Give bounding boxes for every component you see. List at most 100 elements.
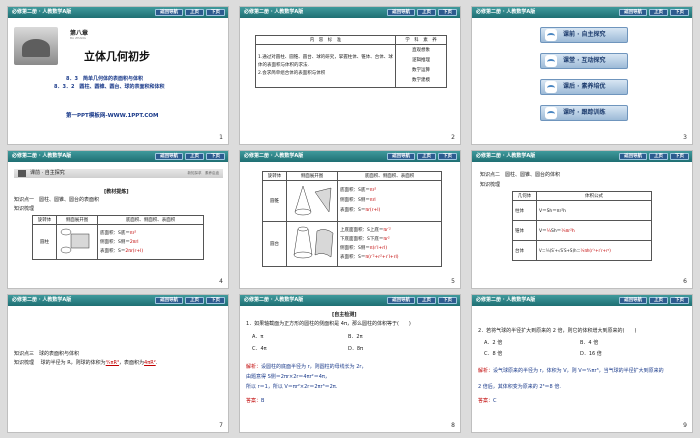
- back-nav-button[interactable]: 返回导航: [155, 153, 183, 160]
- next-page-button[interactable]: 下页: [206, 9, 225, 16]
- formula-row: 上底面面积：S上底＝πr′²: [340, 226, 439, 235]
- slide-header: 必修第二册 · 人教数学A版 返回导航 上页 下页: [8, 151, 228, 162]
- menu-in-class-button[interactable]: 课堂 · 互动探究: [540, 53, 628, 69]
- prev-page-button[interactable]: 上页: [649, 297, 668, 304]
- formula-label: 表面积：S＝: [100, 248, 126, 254]
- sphere-text: ，表面积为: [119, 360, 145, 366]
- back-nav-button[interactable]: 返回导航: [387, 153, 415, 160]
- slide-3-thumbnail[interactable]: 必修第二册 · 人教数学A版 返回导航 上页 下页 课前 · 自主探究 课堂 · 互…: [471, 6, 693, 145]
- slide-6-thumbnail[interactable]: 必修第二册 · 人教数学A版 返回导航 上页 下页 知识点二 圆柱、圆锥、圆台的体积…: [471, 150, 693, 289]
- option-a: A．π: [252, 334, 264, 340]
- solution-text: 由题意得 S侧＝2πr×2r＝4πr²＝4π，: [246, 374, 330, 380]
- formula-row: 底面积：S底＝πr²: [340, 186, 439, 196]
- next-page-button[interactable]: 下页: [206, 153, 225, 160]
- slide-4-thumbnail[interactable]: 必修第二册 · 人教数学A版 返回导航 上页 下页 课前 · 自主探究 新知探求 素养…: [7, 150, 229, 289]
- standards-cell: 1.通过对圆柱、圆锥、圆台、球的研究，掌握柱体、锥体、台体、球体的表面积与体积的…: [255, 44, 396, 88]
- prev-page-button[interactable]: 上页: [185, 153, 204, 160]
- prev-page-button[interactable]: 上页: [185, 9, 204, 16]
- slide-7-thumbnail[interactable]: 必修第二册 · 人教数学A版 返回导航 上页 下页 知识点三 球的表面积与体积 知识…: [7, 294, 229, 433]
- next-page-button[interactable]: 下页: [206, 297, 225, 304]
- back-nav-button[interactable]: 返回导航: [387, 297, 415, 304]
- formula-row: 侧面积：S侧＝πrl: [340, 196, 439, 206]
- formula-part: Sh＝: [550, 228, 562, 234]
- menu-after-class-button[interactable]: 课后 · 素养培优: [540, 79, 628, 95]
- prev-page-button[interactable]: 上页: [417, 9, 436, 16]
- next-page-button[interactable]: 下页: [670, 9, 689, 16]
- slide-header: 必修第二册 · 人教数学A版 返回导航 上页 下页: [8, 7, 228, 18]
- formula-row: 侧面积：S侧＝π(r′l+rl): [340, 244, 439, 253]
- slide-1-thumbnail[interactable]: 必修第二册 · 人教数学A版 返回导航 上页 下页 第八章 BA ZHANG 立体几…: [7, 6, 229, 145]
- row-label: 圆锥: [262, 180, 287, 222]
- slide-header: 必修第二册 · 人教数学A版 返回导航 上页 下页: [8, 295, 228, 306]
- back-nav-button[interactable]: 返回导航: [387, 9, 415, 16]
- volume-formula: V＝⅓Sh＝⅓πr²h: [536, 220, 652, 241]
- sphere-text: 球的半径为 R，则球的体积为: [40, 360, 106, 366]
- menu-practice-button[interactable]: 课时 · 跟踪训练: [540, 105, 628, 121]
- solution-text: 设圆柱的底面半径为 r，则圆柱的母线长为 2r，: [261, 364, 367, 370]
- row-label: 柱体: [512, 200, 537, 221]
- row-label: 圆台: [262, 221, 287, 267]
- next-page-button[interactable]: 下页: [670, 297, 689, 304]
- footer-text: 第一PPT模板网-WWW.1PPT.COM: [66, 113, 159, 119]
- next-page-button[interactable]: 下页: [438, 297, 457, 304]
- sqrt-term: √S′S: [558, 247, 567, 253]
- formula-row: 表面积：S＝π(r′²+r²+r′l+rl): [340, 253, 439, 262]
- section-bar-subtitle: 新知探求 素养启迪: [187, 171, 220, 175]
- volume-formula: V＝⅓(S′+√S′S+S)h＝⅓πh(r′²+r′r+r²): [536, 240, 652, 261]
- prev-page-button[interactable]: 上页: [417, 153, 436, 160]
- cylinder-table: 旋转体 侧面展开图 底面积、侧面积、表面积 圆柱 底面积：S底＝πr² 侧面积：S侧…: [32, 215, 204, 260]
- slide-8-thumbnail[interactable]: 必修第二册 · 人教数学A版 返回导航 上页 下页 [自主检测] 1．如果轴截面为正…: [239, 294, 461, 433]
- cylinder-unfold-icon: [60, 228, 90, 254]
- sphere-volume-answer: ⁴⁄₃πR³: [105, 360, 120, 366]
- prev-page-button[interactable]: 上页: [649, 153, 668, 160]
- slide-number: 4: [219, 278, 223, 285]
- back-nav-button[interactable]: 返回导航: [155, 9, 183, 16]
- prev-page-button[interactable]: 上页: [185, 297, 204, 304]
- col-header: 体积公式: [536, 191, 652, 201]
- slide-number: 3: [683, 134, 687, 141]
- formula-answer: π(r′l+rl): [369, 246, 388, 251]
- back-nav-button[interactable]: 返回导航: [155, 297, 183, 304]
- skill-item: 数学运算: [412, 68, 430, 73]
- standard-item: 1.通过对圆柱、圆锥、圆台、球的研究，掌握柱体、锥体、台体、球体的表面积与体积的…: [258, 55, 393, 68]
- sphere-area-answer: 4πR²: [144, 360, 156, 366]
- formula-answer: πr²: [383, 237, 390, 242]
- swirl-icon: [545, 107, 557, 119]
- unfold-figure: [286, 180, 338, 222]
- unfold-figure: [56, 224, 98, 260]
- formula-part: +S)h＝: [566, 247, 581, 253]
- question-text: 2．若将气球的半径扩大到原来的 2 倍，则它的体积增大到原来的( ): [478, 328, 637, 334]
- slide-2-thumbnail[interactable]: 必修第二册 · 人教数学A版 返回导航 上页 下页 内 容 标 准学 科 素 养 1…: [239, 6, 461, 145]
- solution-label: 解析：: [246, 364, 262, 370]
- section-line-1: 8．3 简单几何体的表面积与体积: [66, 76, 143, 82]
- skills-cell: 直观想象 逻辑推理 数学运算 数学建模: [395, 44, 447, 88]
- next-page-button[interactable]: 下页: [438, 153, 457, 160]
- standard-item: 2.会求简单组合体的表面积与体积: [258, 71, 326, 76]
- swirl-icon: [545, 81, 557, 93]
- slide-number: 6: [683, 278, 687, 285]
- menu-pre-class-button[interactable]: 课前 · 自主探究: [540, 27, 628, 43]
- teach-label: [教材提炼]: [104, 189, 129, 195]
- formula-cell: 底面积：S底＝πr² 侧面积：S侧＝2πrl 表面积：S＝2πr(r+l): [97, 224, 204, 260]
- header-title: 必修第二册 · 人教数学A版: [244, 153, 304, 159]
- option-d: D．16 倍: [580, 351, 602, 357]
- next-page-button[interactable]: 下页: [670, 153, 689, 160]
- back-nav-button[interactable]: 返回导航: [619, 297, 647, 304]
- header-title: 必修第二册 · 人教数学A版: [244, 9, 304, 15]
- answer-label: 答案：: [246, 398, 262, 404]
- formula-part: (S′+: [549, 247, 558, 253]
- slide-9-thumbnail[interactable]: 必修第二册 · 人教数学A版 返回导航 上页 下页 2．若将气球的半径扩大到原来的 …: [471, 294, 693, 433]
- solution-line: 解析：设圆柱的底面半径为 r，则圆柱的母线长为 2r，: [246, 363, 367, 370]
- prev-page-button[interactable]: 上页: [649, 9, 668, 16]
- back-nav-button[interactable]: 返回导航: [619, 9, 647, 16]
- back-nav-button[interactable]: 返回导航: [619, 153, 647, 160]
- menu-label: 课后 · 素养培优: [563, 83, 606, 90]
- slide-header: 必修第二册 · 人教数学A版 返回导航 上页 下页: [240, 7, 460, 18]
- header-title: 必修第二册 · 人教数学A版: [12, 297, 72, 303]
- prev-page-button[interactable]: 上页: [417, 297, 436, 304]
- formula-label: 侧面积：S侧＝: [340, 198, 370, 203]
- row-label: 锥体: [512, 220, 537, 241]
- slide-5-thumbnail[interactable]: 必修第二册 · 人教数学A版 返回导航 上页 下页 旋转体 侧面展开图 底面积、侧面积、…: [239, 150, 461, 289]
- next-page-button[interactable]: 下页: [438, 9, 457, 16]
- formula-part: V＝: [539, 247, 546, 253]
